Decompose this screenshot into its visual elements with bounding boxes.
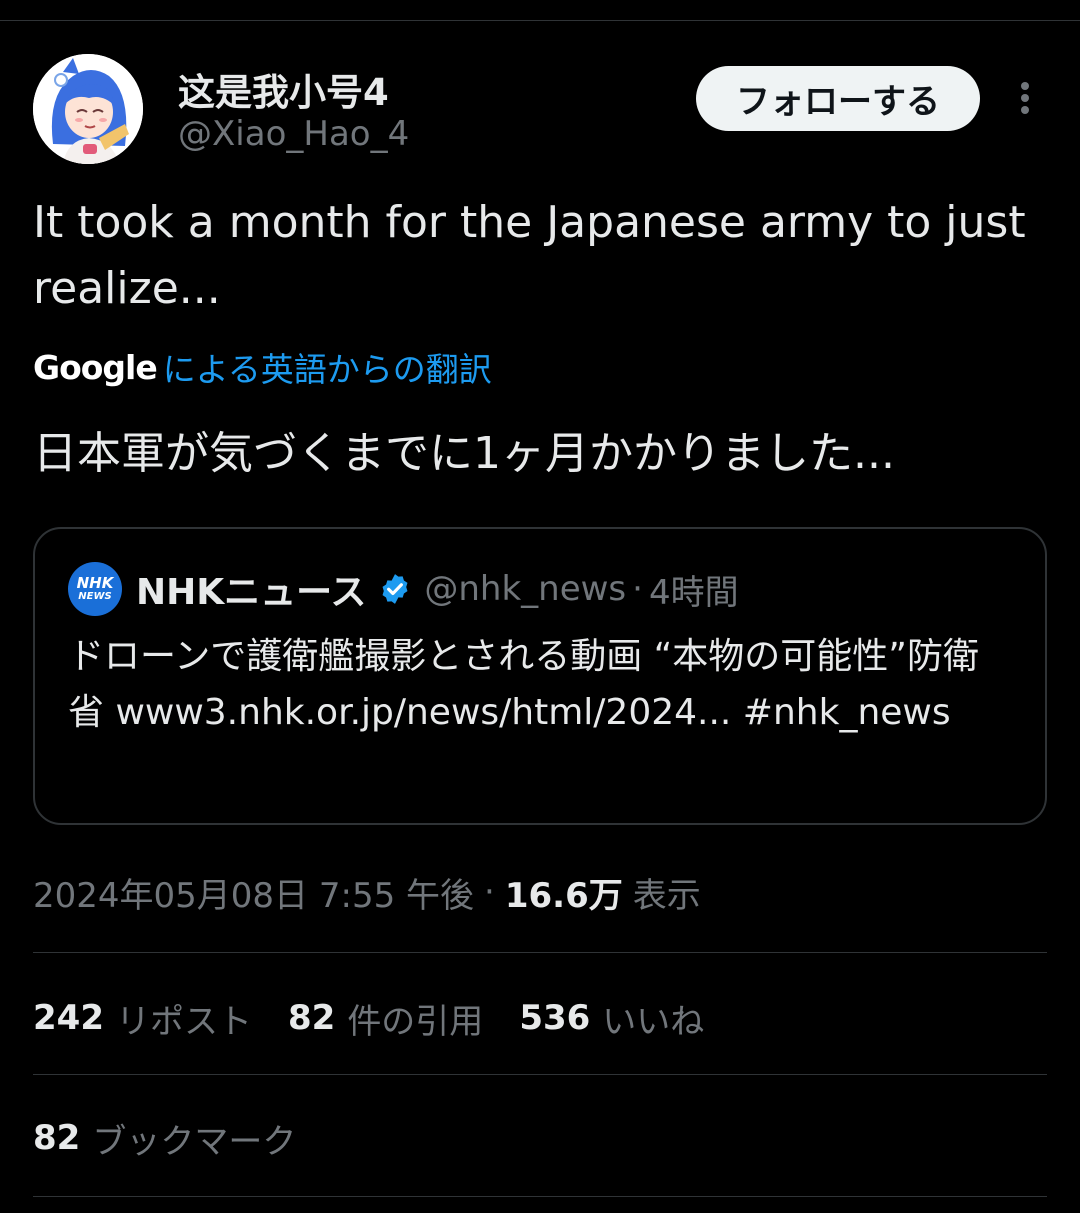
likes-stat[interactable]: 536 いいね [519,994,704,1043]
translated-text: 日本軍が気づくまでに1ヶ月かかりました... [33,428,895,479]
anime-girl-avatar-icon [33,54,143,164]
more-dot [1021,94,1029,102]
quoted-tweet-time[interactable]: 4時間 [649,565,739,614]
translation-attribution: Google による英語からの翻訳 [33,344,492,390]
translation-link[interactable]: による英語からの翻訳 [163,343,492,391]
avatar[interactable] [33,54,143,164]
top-divider [0,20,1080,21]
quoted-author-handle[interactable]: @nhk_news [424,569,626,609]
reposts-count: 242 [33,998,104,1038]
tweet-header: 这是我小号4 @Xiao_Hao_4 フォローする [33,54,1047,164]
more-dot [1021,82,1029,90]
likes-count: 536 [519,998,591,1038]
engagement-stats: 242 リポスト 82 件の引用 536 いいね [33,990,740,1046]
quoted-tweet-card[interactable]: NHK NEWS NHKニュース @nhk_news · 4時間 ドローンで護衛… [33,527,1047,825]
tweet-timestamp[interactable]: 2024年05月08日 7:55 午後 [33,868,474,917]
reposts-stat[interactable]: 242 リポスト [33,994,252,1043]
likes-label: いいね [602,1001,705,1042]
author-display-name[interactable]: 这是我小号4 [178,62,389,116]
tweet-metadata: 2024年05月08日 7:55 午後 · 16.6万 表示 [33,864,701,920]
nhk-logo-text: NHK [76,574,114,592]
tweet-detail-page: 这是我小号4 @Xiao_Hao_4 フォローする It took a mont… [0,0,1080,1213]
more-vertical-icon[interactable] [1011,76,1039,120]
divider [33,952,1047,953]
quotes-stat[interactable]: 82 件の引用 [288,994,483,1043]
reposts-label: リポスト [115,1001,252,1042]
separator-dot: · [632,569,643,609]
quotes-label: 件の引用 [347,1001,484,1042]
bookmarks-label: ブックマーク [92,1121,297,1162]
divider [33,1074,1047,1075]
more-dot [1021,106,1029,114]
nhk-logo-subtext: NEWS [78,591,112,602]
views-label: 表示 [632,875,701,916]
quoted-tweet-text: ドローンで護衛艦撮影とされる動画 “本物の可能性”防衛省 www3.nhk.or… [68,636,979,733]
tweet-text: It took a month for the Japanese army to… [33,197,1026,314]
author-handle[interactable]: @Xiao_Hao_4 [178,114,409,154]
views-count: 16.6万 [504,875,623,916]
bookmarks-stat-inner: 82 ブックマーク [33,1114,296,1163]
separator-dot: · [484,872,495,912]
follow-button[interactable]: フォローする [696,66,980,131]
quoted-author-name[interactable]: NHKニュース [136,563,366,615]
bookmarks-stat[interactable]: 82 ブックマーク [33,1110,332,1166]
quotes-count: 82 [287,998,336,1038]
nhk-news-avatar[interactable]: NHK NEWS [68,562,122,616]
google-logo: Google [33,347,158,387]
verified-badge-icon [382,574,408,604]
bookmarks-count: 82 [33,1118,81,1158]
divider [33,1196,1047,1197]
quoted-tweet-header: NHK NEWS NHKニュース @nhk_news · 4時間 [68,559,739,619]
